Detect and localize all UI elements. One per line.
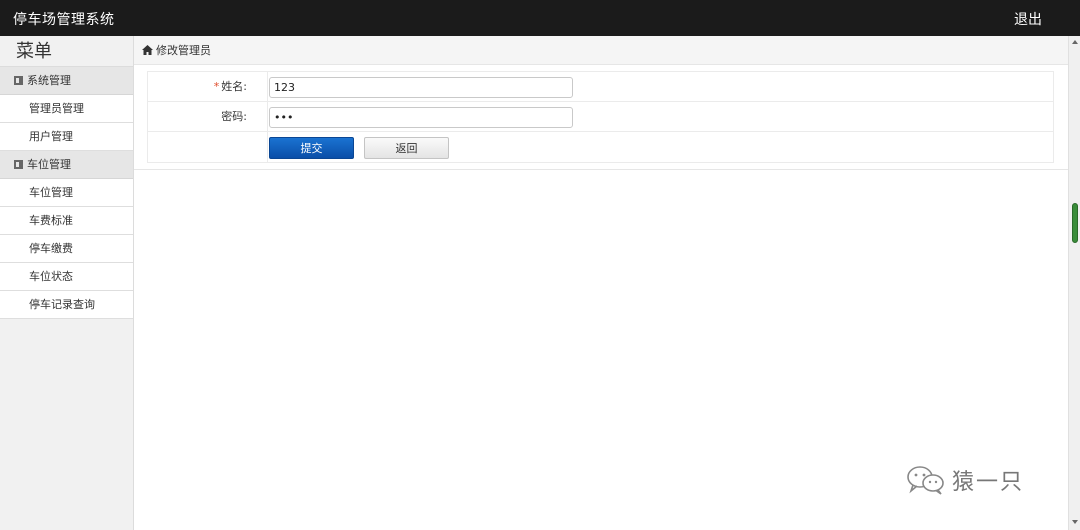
form-row-password: 密码: xyxy=(148,102,1053,132)
name-label-text: 姓名: xyxy=(221,80,247,93)
sidebar-item-admin-management[interactable]: 管理员管理 xyxy=(0,95,133,123)
password-label-text: 密码: xyxy=(221,110,247,123)
actions-label-cell xyxy=(148,132,268,162)
breadcrumb: 修改管理员 xyxy=(134,36,1068,65)
book-icon xyxy=(14,76,23,85)
breadcrumb-label: 修改管理员 xyxy=(156,43,211,57)
book-icon xyxy=(14,160,23,169)
sidebar-group-label: 车位管理 xyxy=(27,157,71,171)
sidebar: 菜单 系统管理 管理员管理 用户管理 车位管理 车位管理 车费标准 停车缴费 车… xyxy=(0,36,134,530)
watermark-text: 猿一只 xyxy=(952,470,1025,495)
home-icon xyxy=(142,45,153,55)
top-bar: 停车场管理系统 退出 xyxy=(0,0,1080,36)
password-input[interactable] xyxy=(269,107,573,128)
sidebar-item-record-query[interactable]: 停车记录查询 xyxy=(0,291,133,319)
submit-button[interactable]: 提交 xyxy=(269,137,354,159)
wechat-icon xyxy=(907,466,944,495)
sidebar-item-user-management[interactable]: 用户管理 xyxy=(0,123,133,151)
sidebar-item-parking-payment[interactable]: 停车缴费 xyxy=(0,235,133,263)
app-title: 停车场管理系统 xyxy=(13,12,115,28)
form-row-name: * 姓名: xyxy=(148,72,1053,102)
form-row-actions: 提交 返回 xyxy=(148,132,1053,162)
form-area: *姓名: 密码: 提交 返回 xyxy=(134,65,1068,170)
scroll-down-icon[interactable] xyxy=(1072,520,1078,524)
sidebar-group-system[interactable]: 系统管理 xyxy=(0,67,133,95)
main-content: 修改管理员 *姓名: 密码: 提交 返回 xyxy=(134,36,1068,530)
sidebar-item-fee-standard[interactable]: 车费标准 xyxy=(0,207,133,235)
scroll-thumb[interactable] xyxy=(1072,203,1078,243)
sidebar-group-label: 系统管理 xyxy=(27,73,71,87)
vertical-scrollbar[interactable] xyxy=(1068,36,1080,530)
scroll-up-icon[interactable] xyxy=(1072,40,1078,44)
edit-admin-form: *姓名: 密码: 提交 返回 xyxy=(147,71,1054,163)
sidebar-item-space-management[interactable]: 车位管理 xyxy=(0,179,133,207)
watermark: 猿一只 xyxy=(906,464,1024,496)
sidebar-item-space-status[interactable]: 车位状态 xyxy=(0,263,133,291)
name-input[interactable] xyxy=(269,77,573,98)
password-label: 密码: xyxy=(148,102,268,132)
back-button[interactable]: 返回 xyxy=(364,137,449,159)
name-label: * 姓名: xyxy=(148,72,268,102)
required-mark: * xyxy=(213,80,220,93)
logout-link[interactable]: 退出 xyxy=(1014,9,1042,29)
menu-heading: 菜单 xyxy=(0,36,133,67)
sidebar-group-parking[interactable]: 车位管理 xyxy=(0,151,133,179)
